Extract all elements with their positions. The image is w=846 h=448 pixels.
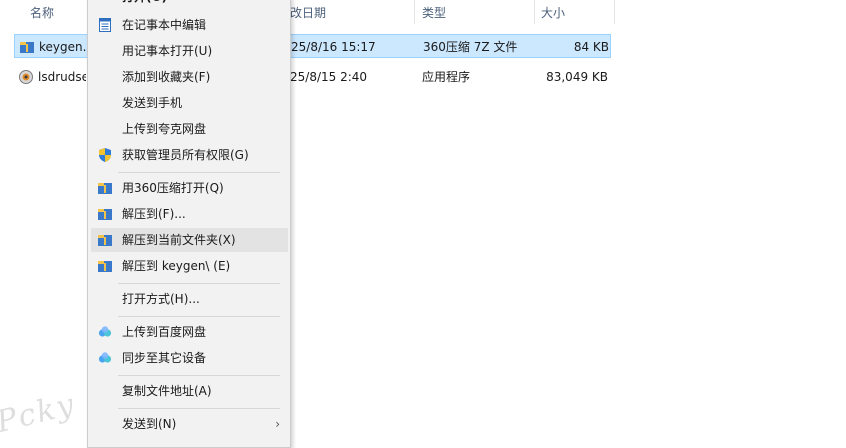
- file-date: 25/8/16 15:17: [291, 40, 376, 54]
- notepad-icon: [99, 18, 111, 32]
- menu-separator: [118, 283, 280, 284]
- menu-item-label: 解压到当前文件夹(X): [122, 233, 236, 247]
- menu-item-edit-in-notepad[interactable]: 在记事本中编辑: [91, 13, 288, 37]
- menu-item-extract-to-folder[interactable]: 解压到 keygen\ (E): [91, 254, 288, 278]
- menu-item-add-to-favorites[interactable]: 添加到收藏夹(F): [91, 65, 288, 89]
- menu-item-open[interactable]: 打开(O): [91, 0, 288, 9]
- menu-item-label: 发送到(N): [122, 417, 177, 431]
- menu-item-open-with-notepad[interactable]: 用记事本打开(U): [91, 39, 288, 63]
- menu-item-extract-to[interactable]: 解压到(F)...: [91, 202, 288, 226]
- menu-item-label: 解压到(F)...: [122, 207, 186, 221]
- menu-item-open-with[interactable]: 打开方式(H)...: [91, 287, 288, 311]
- menu-item-label: 复制文件地址(A): [122, 384, 212, 398]
- menu-item-upload-baidu[interactable]: 上传到百度网盘: [91, 320, 288, 344]
- column-divider[interactable]: [614, 0, 615, 24]
- file-name: keygen.7: [39, 40, 87, 54]
- menu-item-upload-quark[interactable]: 上传到夸克网盘: [91, 117, 288, 141]
- menu-item-label: 发送到手机: [122, 96, 183, 110]
- file-size: 83,049 KB: [546, 70, 608, 84]
- baidu-netdisk-icon: [98, 352, 112, 363]
- 360zip-icon: [98, 261, 112, 272]
- column-header-date[interactable]: 改日期: [290, 0, 326, 26]
- file-type: 360压缩 7Z 文件: [423, 40, 518, 54]
- menu-item-label: 打开(O): [122, 0, 167, 9]
- archive-icon: [20, 42, 34, 53]
- menu-item-label: 上传到夸克网盘: [122, 122, 207, 136]
- menu-item-label: 用记事本打开(U): [122, 44, 213, 58]
- menu-item-open-with-360zip[interactable]: 用360压缩打开(Q): [91, 176, 288, 200]
- column-header-type[interactable]: 类型: [422, 0, 446, 26]
- menu-separator: [118, 408, 280, 409]
- menu-item-take-ownership[interactable]: 获取管理员所有权限(G): [91, 143, 288, 167]
- 360zip-icon: [98, 209, 112, 220]
- menu-item-send-to[interactable]: 发送到(N) ›: [91, 412, 288, 436]
- menu-item-label: 解压到 keygen\ (E): [122, 259, 231, 273]
- menu-item-send-to-phone[interactable]: 发送到手机: [91, 91, 288, 115]
- menu-item-label: 上传到百度网盘: [122, 325, 207, 339]
- menu-separator: [118, 172, 280, 173]
- file-date: 25/8/15 2:40: [290, 70, 368, 84]
- menu-item-label: 在记事本中编辑: [122, 18, 207, 32]
- 360zip-icon: [98, 183, 112, 194]
- menu-item-label: 添加到收藏夹(F): [122, 70, 211, 84]
- menu-item-label: 打开方式(H)...: [122, 292, 200, 306]
- menu-item-label: 同步至其它设备: [122, 351, 207, 365]
- watermark: Pcky: [0, 386, 80, 441]
- menu-item-label: 获取管理员所有权限(G): [122, 148, 249, 162]
- menu-separator: [118, 375, 280, 376]
- file-name: lsdrudse: [38, 70, 86, 84]
- 360zip-icon: [98, 235, 112, 246]
- menu-separator: [118, 316, 280, 317]
- exe-icon: [19, 70, 33, 84]
- menu-item-extract-here[interactable]: 解压到当前文件夹(X): [91, 228, 288, 252]
- baidu-netdisk-icon: [98, 326, 112, 337]
- chevron-right-icon: ›: [275, 417, 280, 431]
- column-divider[interactable]: [414, 0, 415, 24]
- file-size: 84 KB: [573, 40, 609, 54]
- uac-shield-icon: [99, 148, 111, 162]
- column-divider[interactable]: [534, 0, 535, 24]
- column-header-size[interactable]: 大小: [541, 0, 565, 26]
- menu-item-sync-devices[interactable]: 同步至其它设备: [91, 346, 288, 370]
- column-header-name[interactable]: 名称: [30, 0, 54, 26]
- file-type: 应用程序: [422, 70, 471, 84]
- context-menu: 打开(O) 在记事本中编辑 用记事本打开(U) 添加到收藏夹(F) 发送到手机 …: [87, 0, 291, 448]
- menu-item-copy-path[interactable]: 复制文件地址(A): [91, 379, 288, 403]
- menu-item-label: 用360压缩打开(Q): [122, 181, 224, 195]
